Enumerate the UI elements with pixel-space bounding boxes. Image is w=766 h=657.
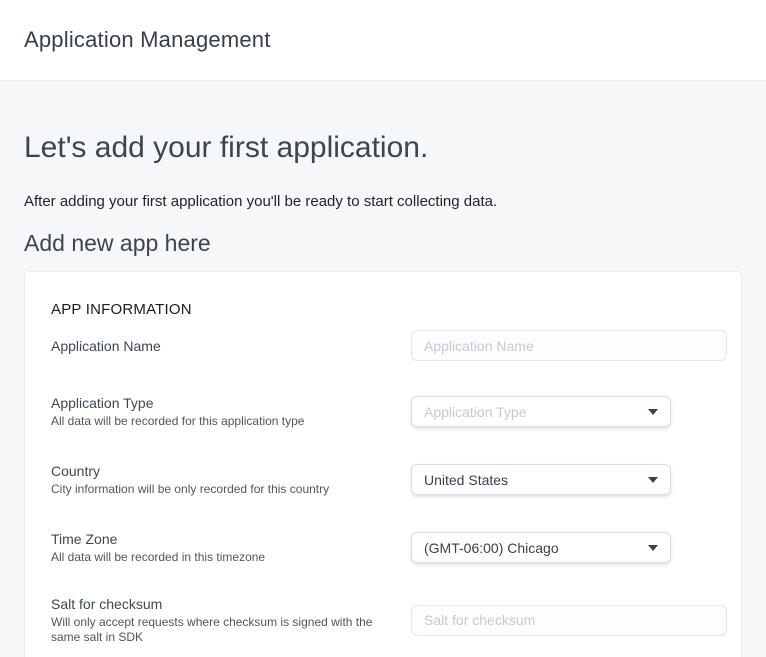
add-new-app-heading: Add new app here: [24, 229, 742, 257]
chevron-down-icon: [648, 477, 658, 483]
application-name-input[interactable]: [411, 330, 727, 361]
application-name-label: Application Name: [51, 337, 391, 355]
form-row-application-name: Application Name: [51, 330, 727, 361]
salt-for-checksum-input[interactable]: [411, 605, 727, 636]
timezone-select-value: (GMT-06:00) Chicago: [424, 540, 559, 556]
field-labels: Time Zone All data will be recorded in t…: [51, 530, 411, 565]
application-type-select-value: Application Type: [424, 404, 526, 420]
field-labels: Application Name: [51, 337, 411, 355]
country-description: City information will be only recorded f…: [51, 482, 381, 497]
application-type-description: All data will be recorded for this appli…: [51, 414, 381, 429]
form-row-country: Country City information will be only re…: [51, 462, 727, 497]
welcome-subheading: After adding your first application you'…: [24, 192, 742, 212]
chevron-down-icon: [648, 545, 658, 551]
time-zone-description: All data will be recorded in this timezo…: [51, 550, 381, 565]
country-select-value: United States: [424, 472, 508, 488]
application-type-label: Application Type: [51, 394, 391, 412]
salt-for-checksum-description: Will only accept requests where checksum…: [51, 615, 381, 645]
timezone-select[interactable]: (GMT-06:00) Chicago: [411, 532, 671, 563]
page-title: Application Management: [24, 27, 271, 53]
field-labels: Salt for checksum Will only accept reque…: [51, 595, 411, 645]
field-labels: Application Type All data will be record…: [51, 394, 411, 429]
card-section-title: APP INFORMATION: [51, 300, 727, 320]
welcome-heading: Let's add your first application.: [24, 131, 742, 165]
chevron-down-icon: [648, 409, 658, 415]
form-row-application-type: Application Type All data will be record…: [51, 394, 727, 429]
country-select[interactable]: United States: [411, 464, 671, 495]
form-row-time-zone: Time Zone All data will be recorded in t…: [51, 530, 727, 565]
form-row-salt-for-checksum: Salt for checksum Will only accept reque…: [51, 595, 727, 645]
salt-for-checksum-label: Salt for checksum: [51, 595, 391, 613]
application-type-select[interactable]: Application Type: [411, 396, 671, 427]
field-labels: Country City information will be only re…: [51, 462, 411, 497]
top-bar: Application Management: [0, 0, 766, 81]
country-label: Country: [51, 462, 391, 480]
time-zone-label: Time Zone: [51, 530, 391, 548]
app-information-card: APP INFORMATION Application Name Applica…: [24, 271, 742, 657]
main-content: Let's add your first application. After …: [0, 131, 766, 657]
